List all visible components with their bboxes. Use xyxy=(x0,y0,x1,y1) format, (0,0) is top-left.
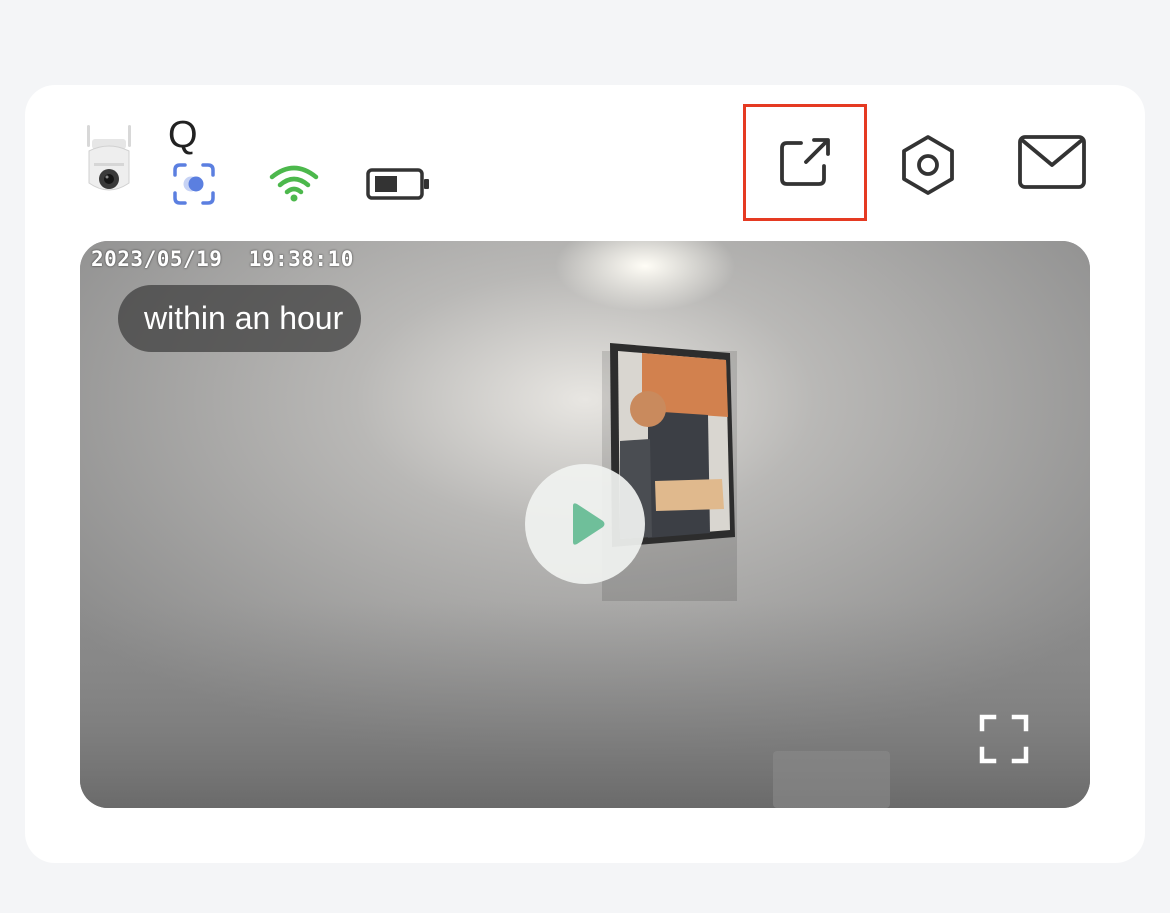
fullscreen-icon[interactable] xyxy=(978,713,1030,765)
time-range-badge[interactable]: within an hour xyxy=(118,285,362,352)
battery-icon xyxy=(366,168,429,200)
message-button[interactable] xyxy=(1016,130,1088,194)
video-preview[interactable]: 2023/05/19 19:38:10 within an hour xyxy=(80,241,1090,808)
device-name: Q xyxy=(168,114,198,156)
settings-button[interactable] xyxy=(895,130,961,200)
share-button[interactable] xyxy=(743,104,867,221)
message-icon xyxy=(1018,135,1086,189)
video-timestamp: 2023/05/19 19:38:10 xyxy=(91,247,354,271)
outdoor-camera-icon xyxy=(87,125,131,191)
share-icon xyxy=(780,137,830,186)
wifi-icon xyxy=(269,165,319,202)
settings-icon xyxy=(902,135,954,195)
play-button[interactable] xyxy=(525,464,645,584)
motion-detection-icon xyxy=(173,163,215,205)
play-icon xyxy=(573,503,605,545)
